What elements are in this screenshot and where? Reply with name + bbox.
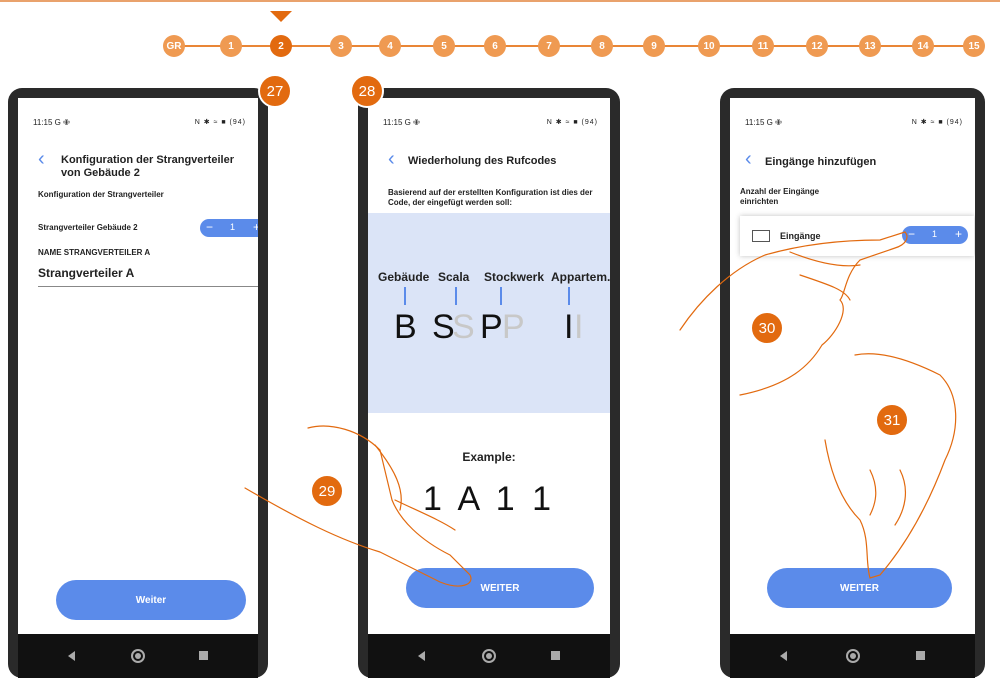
nav-recent-icon[interactable] — [916, 651, 925, 660]
next-button[interactable]: WEITER — [767, 568, 952, 608]
code-letter-p-ghost: P — [502, 308, 525, 346]
android-navbar — [368, 634, 610, 678]
status-time: 11:15 G ✙ — [745, 118, 782, 127]
nav-home-icon[interactable] — [845, 649, 860, 663]
label-scala: Scala — [438, 270, 470, 284]
step-3[interactable]: 3 — [330, 35, 352, 57]
phone-3-screen: 11:15 G ✙ N ✱ ≈ ■ (94) ‹ Eingänge hinzuf… — [730, 98, 975, 634]
badge-31: 31 — [875, 403, 909, 437]
step-2[interactable]: 2 — [270, 35, 292, 57]
quantity-stepper[interactable]: − 1 + — [902, 226, 968, 244]
next-button[interactable]: Weiter — [56, 580, 246, 620]
nav-back-icon[interactable] — [418, 651, 425, 661]
stepper-value: 1 — [932, 229, 938, 239]
back-icon[interactable]: ‹ — [38, 148, 45, 171]
row-label: Strangverteiler Gebäude 2 — [38, 223, 138, 232]
code-preview: Gebäude Scala Stockwerk Appartem.. B S S… — [368, 213, 610, 413]
section-subtitle: Konfiguration der Strangverteiler — [38, 190, 164, 199]
label-floor: Stockwerk — [484, 270, 545, 284]
step-14[interactable]: 14 — [912, 35, 934, 57]
code-letter-i: I — [564, 308, 574, 346]
step-13[interactable]: 13 — [859, 35, 881, 57]
status-icons: N ✱ ≈ ■ (94) — [194, 119, 246, 126]
name-field[interactable]: Strangverteiler A — [38, 266, 258, 287]
step-10[interactable]: 10 — [698, 35, 720, 57]
step-9[interactable]: 9 — [643, 35, 665, 57]
badge-27: 27 — [258, 74, 292, 108]
step-1[interactable]: 1 — [220, 35, 242, 57]
nav-home-icon[interactable] — [131, 649, 145, 663]
plus-icon[interactable]: + — [955, 227, 962, 241]
tick-scala — [455, 287, 457, 305]
field-label: NAME STRANGVERTEILER A — [38, 248, 151, 257]
plus-icon[interactable]: + — [253, 220, 258, 234]
nav-recent-icon[interactable] — [551, 651, 560, 660]
tick-apartment — [568, 287, 570, 305]
step-15[interactable]: 15 — [963, 35, 985, 57]
page-title: Konfiguration der Strangverteiler von Ge… — [61, 154, 234, 179]
phone-3: 11:15 G ✙ N ✱ ≈ ■ (94) ‹ Eingänge hinzuf… — [720, 88, 985, 678]
page-title: Wiederholung des Rufcodes — [408, 155, 557, 167]
phone-2: 11:15 G ✙ N ✱ ≈ ■ (94) ‹ Wiederholung de… — [358, 88, 620, 678]
next-button[interactable]: WEITER — [406, 568, 594, 608]
label-apartment: Appartem.. — [551, 270, 610, 284]
back-icon[interactable]: ‹ — [388, 148, 395, 171]
code-letter-s-ghost: S — [452, 308, 475, 346]
step-gr[interactable]: GR — [163, 35, 185, 57]
android-navbar — [18, 634, 258, 678]
active-step-marker — [270, 11, 292, 22]
status-time: 11:15 G ✙ — [383, 118, 420, 127]
phone-1-screen: 11:15 G ✙ N ✱ ≈ ■ (94) ‹ Konfiguration d… — [18, 98, 258, 634]
badge-28: 28 — [350, 74, 384, 108]
status-icons: N ✱ ≈ ■ (94) — [546, 119, 598, 126]
badge-30: 30 — [750, 311, 784, 345]
example-code: 1 A 1 1 — [423, 480, 555, 518]
row-label: Eingänge — [780, 231, 821, 241]
tick-floor — [500, 287, 502, 305]
status-icons: N ✱ ≈ ■ (94) — [911, 119, 963, 126]
code-letter-p: P — [480, 308, 503, 346]
code-letter-b: B — [394, 308, 417, 346]
android-navbar — [730, 634, 975, 678]
entrances-row: Eingänge − 1 + — [740, 216, 974, 256]
step-12[interactable]: 12 — [806, 35, 828, 57]
status-time: 11:15 G ✙ — [33, 118, 70, 127]
minus-icon[interactable]: − — [206, 220, 213, 234]
nav-back-icon[interactable] — [780, 651, 787, 661]
step-7[interactable]: 7 — [538, 35, 560, 57]
badge-29: 29 — [310, 474, 344, 508]
top-divider — [0, 0, 1000, 2]
nav-home-icon[interactable] — [482, 649, 496, 663]
step-5[interactable]: 5 — [433, 35, 455, 57]
stepper-value: 1 — [230, 222, 236, 232]
code-letter-i-ghost: I — [574, 308, 584, 346]
minus-icon[interactable]: − — [908, 227, 915, 241]
tick-building — [404, 287, 406, 305]
label-building: Gebäude — [378, 270, 430, 284]
step-8[interactable]: 8 — [591, 35, 613, 57]
step-11[interactable]: 11 — [752, 35, 774, 57]
entrance-icon — [752, 230, 770, 242]
section-subtitle: Anzahl der Eingänge einrichten — [740, 187, 820, 206]
back-icon[interactable]: ‹ — [745, 148, 752, 171]
page-title: Eingänge hinzufügen — [765, 156, 877, 168]
nav-recent-icon[interactable] — [199, 651, 208, 660]
quantity-stepper[interactable]: − 1 + — [200, 219, 258, 237]
step-4[interactable]: 4 — [379, 35, 401, 57]
step-6[interactable]: 6 — [484, 35, 506, 57]
nav-back-icon[interactable] — [68, 651, 75, 661]
phone-2-screen: 11:15 G ✙ N ✱ ≈ ■ (94) ‹ Wiederholung de… — [368, 98, 610, 634]
example-label: Example: — [462, 450, 516, 464]
description: Basierend auf der erstellten Konfigurati… — [388, 188, 593, 207]
phone-1: 11:15 G ✙ N ✱ ≈ ■ (94) ‹ Konfiguration d… — [8, 88, 268, 678]
